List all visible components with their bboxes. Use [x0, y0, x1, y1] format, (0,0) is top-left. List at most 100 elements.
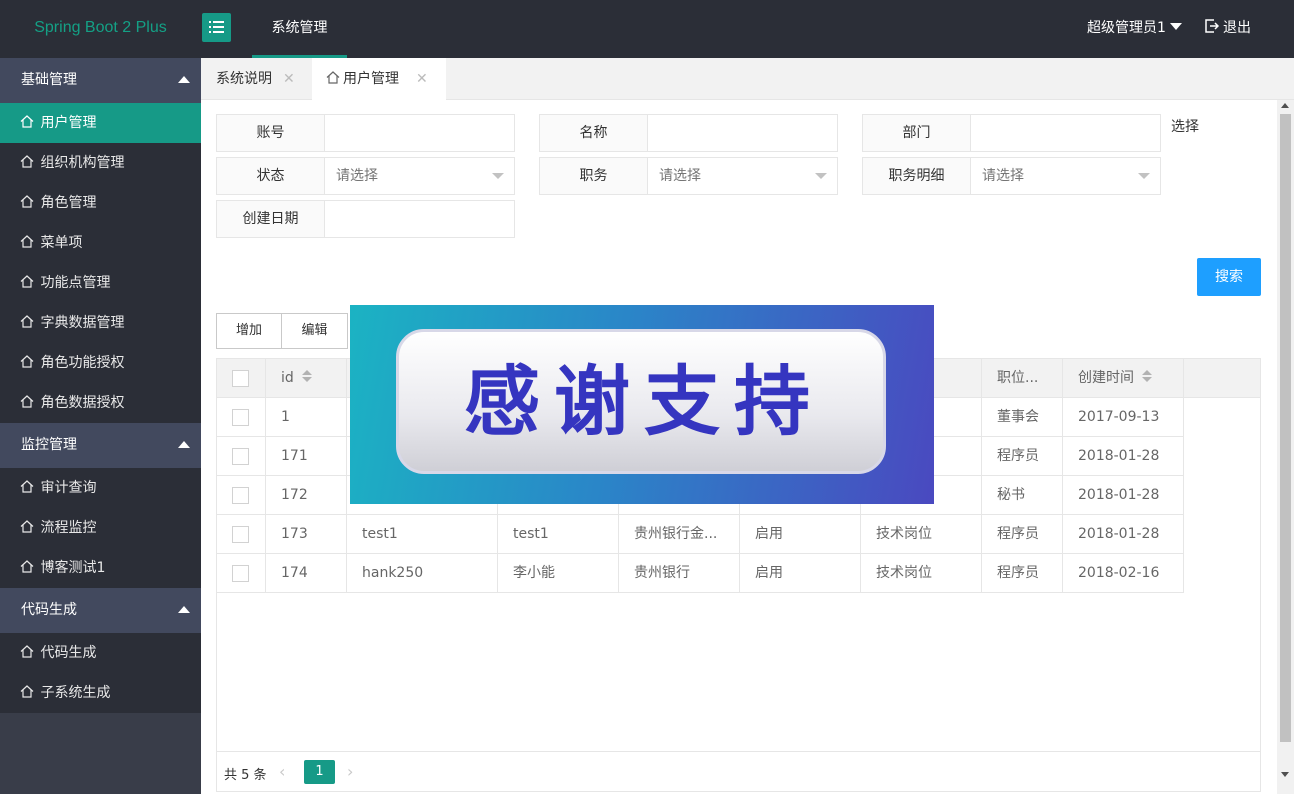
sort-icon[interactable]	[301, 370, 312, 382]
cell-position: 秘书	[982, 476, 1063, 515]
row-checkbox-cell	[217, 515, 266, 554]
header-create-time[interactable]: 创建时间	[1063, 359, 1184, 398]
dept-select-link[interactable]: 选择	[1171, 116, 1199, 136]
scroll-thumb[interactable]	[1280, 114, 1291, 742]
sidebar-item-dictionary[interactable]: 字典数据管理	[0, 303, 201, 343]
row-checkbox[interactable]	[232, 487, 249, 504]
dept-field: 部门	[862, 114, 1161, 152]
home-icon	[326, 70, 340, 84]
sidebar-item-user-management[interactable]: 用户管理	[0, 103, 201, 143]
sidebar-item-org-management[interactable]: 组织机构管理	[0, 143, 201, 183]
sidebar-item-label: 字典数据管理	[40, 315, 125, 331]
row-checkbox[interactable]	[232, 526, 249, 543]
home-icon	[20, 684, 34, 698]
banner-text: 感谢支持	[464, 357, 824, 446]
page-button[interactable]: 1	[304, 760, 335, 784]
sidebar-group-label: 代码生成	[21, 602, 77, 618]
name-input[interactable]	[649, 115, 837, 151]
row-checkbox[interactable]	[232, 565, 249, 582]
scroll-up-arrow-icon[interactable]	[1281, 103, 1289, 108]
sidebar-item-code-generation[interactable]: 代码生成	[0, 633, 201, 673]
top-nav-system-management[interactable]: 系统管理	[252, 0, 347, 58]
header-checkbox-cell	[217, 359, 266, 398]
home-icon	[20, 519, 34, 533]
sidebar-item-role-data-auth[interactable]: 角色数据授权	[0, 383, 201, 423]
table-row[interactable]: 173 test1 test1 贵州银行金... 启用 技术岗位 程序员 201…	[217, 515, 1184, 554]
header-position[interactable]: 职位...	[982, 359, 1063, 398]
sidebar-group-monitor[interactable]: 监控管理	[0, 423, 201, 468]
cell-status: 启用	[740, 515, 861, 554]
tab-user-management[interactable]: 用户管理 ✕	[312, 58, 446, 100]
sidebar-group-codegen[interactable]: 代码生成	[0, 588, 201, 633]
name-field: 名称	[539, 114, 838, 152]
vertical-scrollbar[interactable]	[1277, 100, 1294, 794]
search-button[interactable]: 搜索	[1197, 258, 1261, 296]
banner-pill: 感谢支持	[396, 329, 886, 474]
sidebar-group-basic[interactable]: 基础管理	[0, 58, 201, 103]
account-input[interactable]	[326, 115, 514, 151]
cell-id: 174	[266, 554, 347, 593]
select-all-checkbox[interactable]	[232, 370, 249, 387]
sidebar-item-label: 代码生成	[40, 645, 97, 661]
table-row[interactable]: 174 hank250 李小能 贵州银行 启用 技术岗位 程序员 2018-02…	[217, 554, 1184, 593]
row-checkbox-cell	[217, 476, 266, 515]
user-menu[interactable]: 超级管理员1	[1087, 0, 1182, 58]
sidebar-item-subsystem-generation[interactable]: 子系统生成	[0, 673, 201, 713]
status-field: 状态 请选择	[216, 157, 515, 195]
caret-up-icon	[178, 606, 190, 613]
job-detail-select[interactable]: 请选择	[972, 158, 1160, 194]
home-icon	[20, 394, 34, 408]
status-select[interactable]: 请选择	[326, 158, 514, 194]
dept-input[interactable]	[972, 115, 1160, 151]
add-button[interactable]: 增加	[216, 313, 282, 349]
create-date-field: 创建日期	[216, 200, 515, 238]
sidebar-item-label: 角色管理	[40, 195, 97, 211]
account-label: 账号	[217, 115, 325, 151]
sidebar-item-role-function-auth[interactable]: 角色功能授权	[0, 343, 201, 383]
thanks-banner: 感谢支持	[350, 305, 934, 504]
create-date-input[interactable]	[326, 201, 514, 237]
home-icon	[20, 479, 34, 493]
home-icon	[20, 114, 34, 128]
menu-toggle-button[interactable]	[202, 13, 231, 42]
sidebar-item-blog-test[interactable]: 博客测试1	[0, 548, 201, 588]
sidebar-item-label: 审计查询	[40, 480, 97, 496]
close-icon[interactable]: ✕	[416, 58, 428, 100]
home-icon	[20, 314, 34, 328]
pagination: 共 5 条 ‹ 1 ›	[217, 751, 1260, 791]
cell-status: 启用	[740, 554, 861, 593]
scroll-down-arrow-icon[interactable]	[1281, 772, 1289, 777]
job-select[interactable]: 请选择	[649, 158, 837, 194]
sort-icon[interactable]	[1142, 370, 1152, 382]
row-checkbox[interactable]	[232, 448, 249, 465]
header-id[interactable]: id	[266, 359, 347, 398]
sidebar-item-role-management[interactable]: 角色管理	[0, 183, 201, 223]
row-checkbox[interactable]	[232, 409, 249, 426]
job-detail-placeholder: 请选择	[982, 168, 1024, 184]
account-field: 账号	[216, 114, 515, 152]
sidebar-item-audit[interactable]: 审计查询	[0, 468, 201, 508]
sidebar-item-menu-items[interactable]: 菜单项	[0, 223, 201, 263]
prev-page-icon[interactable]: ‹	[279, 762, 285, 781]
close-icon[interactable]: ✕	[283, 58, 295, 100]
sidebar-item-label: 菜单项	[40, 235, 83, 251]
brand-logo[interactable]: Spring Boot 2 Plus	[0, 0, 201, 58]
sidebar-item-function-management[interactable]: 功能点管理	[0, 263, 201, 303]
cell-job: 技术岗位	[861, 554, 982, 593]
sidebar-item-label: 子系统生成	[40, 685, 111, 701]
sidebar-item-label: 用户管理	[40, 115, 97, 131]
logout-label: 退出	[1223, 20, 1251, 36]
job-detail-field: 职务明细 请选择	[862, 157, 1161, 195]
next-page-icon[interactable]: ›	[347, 762, 353, 781]
logout-button[interactable]: 退出	[1205, 0, 1251, 58]
edit-button[interactable]: 编辑	[281, 313, 348, 349]
cell-create-time: 2018-01-28	[1063, 515, 1184, 554]
caret-down-icon	[1138, 173, 1150, 179]
cell-id: 172	[266, 476, 347, 515]
row-checkbox-cell	[217, 437, 266, 476]
caret-up-icon	[178, 441, 190, 448]
row-checkbox-cell	[217, 398, 266, 437]
status-label: 状态	[217, 158, 325, 194]
sidebar-item-workflow-monitor[interactable]: 流程监控	[0, 508, 201, 548]
tab-system-description[interactable]: 系统说明 ✕	[201, 58, 311, 100]
